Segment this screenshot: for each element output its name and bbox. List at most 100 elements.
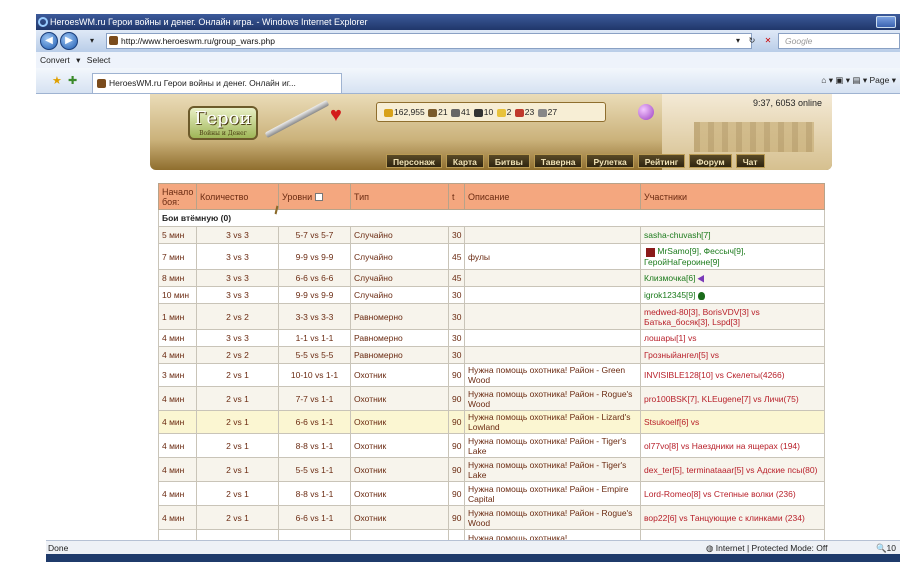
sulfur-icon [496, 108, 506, 117]
cell-levels: 10-10 vs 1-1 [278, 363, 351, 387]
menu-map[interactable]: Карта [445, 154, 484, 168]
home-icon[interactable]: ⌂ ▾ [821, 75, 833, 85]
menu-rating[interactable]: Рейтинг [637, 154, 686, 168]
participant-link[interactable]: MrSamo[9], Фессыч[9], ГеройНаГероине[9] [644, 246, 746, 266]
participant-link[interactable]: igrok12345[9] [644, 290, 696, 300]
url-field[interactable]: http://www.heroeswm.ru/group_wars.php [106, 33, 752, 49]
back-icon[interactable]: ◀ [40, 32, 58, 50]
table-row[interactable]: 4 мин 2 vs 1 6-6 vs 1-1 Охотник 90 Нужна… [158, 410, 825, 434]
participant-link[interactable]: Stsukoelf[6] vs [644, 417, 699, 427]
table-row[interactable]: 4 мин 2 vs 1 8-8 vs 1-1 Охотник 90 Нужна… [158, 433, 825, 458]
table-row[interactable]: 4 мин 2 vs 1 5-5 vs 1-1 Охотник 90 Нужна… [158, 457, 825, 482]
cell-levels: 3-3 vs 3-3 [278, 303, 351, 330]
cell-participants: лошары[1] vs [640, 329, 825, 347]
participant-link[interactable]: Клизмочка[6] [644, 273, 695, 283]
window-titlebar: HeroesWM.ru Герои войны и денег. Онлайн … [36, 14, 900, 30]
table-row[interactable]: 4 мин 2 vs 2 5-5 vs 5-5 Равномерно 30 Гр… [158, 346, 825, 364]
cell-levels: 8-8 vs 1-1 [278, 433, 351, 458]
taskbar [46, 554, 900, 562]
cell-count: 2 vs 1 [196, 481, 279, 506]
cell-participants [640, 529, 825, 540]
page-menu-dropdown-icon[interactable]: ▾ [892, 75, 896, 85]
address-bar: ◀ ▶ ▾ http://www.heroeswm.ru/group_wars.… [36, 30, 900, 52]
cell-description: Нужна помощь охотника! Район - Green Woo… [464, 363, 641, 387]
add-favorites-icon[interactable]: ✚ [68, 74, 77, 87]
faction-icon [697, 274, 705, 283]
table-row[interactable]: 5 мин 3 vs 3 5-7 vs 5-7 Случайно 30 sash… [158, 227, 825, 244]
cell-type [350, 529, 449, 540]
menu-tavern[interactable]: Таверна [533, 154, 583, 168]
online-counter: 9:37, 6053 online [753, 98, 823, 108]
table-row[interactable]: 4 мин 2 vs 1 7-7 vs 1-1 Охотник 90 Нужна… [158, 386, 825, 411]
gems-icon [537, 108, 547, 117]
select-button[interactable]: Select [87, 55, 111, 65]
tab-bar: ★ ✚ HeroesWM.ru Герои войны и денег. Онл… [36, 68, 900, 94]
participant-link[interactable]: sasha-chuvash[7] [644, 230, 711, 240]
participant-link[interactable]: Грозныйангел[5] vs [644, 350, 719, 360]
participant-link[interactable]: medwed-80[3], BorisVDV[3] vs Батька_бося… [644, 307, 760, 327]
cell-count [196, 529, 279, 540]
participant-link[interactable]: dex_ter[5], terminataaar[5] vs Адские пс… [644, 465, 817, 475]
convert-button[interactable]: Convert [40, 55, 70, 65]
globe-icon: ◍ [706, 543, 716, 553]
refresh-icon[interactable]: ↻ [744, 33, 760, 49]
cell-type: Охотник [350, 363, 449, 387]
stop-icon[interactable]: ✕ [760, 33, 776, 49]
page-content: Герои Войны и Денег ♥ 162,955 21 41 10 2… [46, 94, 900, 540]
page-menu-button[interactable]: Page [869, 75, 889, 85]
table-row[interactable]: 10 мин 3 vs 3 9-9 vs 9-9 Случайно 30 igr… [158, 286, 825, 304]
participant-link[interactable]: вор22[6] vs Танцующие с клинками (234) [644, 513, 805, 523]
participant-link[interactable]: ol77vo[8] vs Наездники на ящерах (194) [644, 441, 800, 451]
table-row[interactable]: 4 мин 3 vs 3 1-1 vs 1-1 Равномерно 30 ло… [158, 329, 825, 347]
levels-filter-checkbox[interactable] [314, 193, 323, 202]
table-row[interactable]: 4 мин 2 vs 1 8-8 vs 1-1 Охотник 90 Нужна… [158, 481, 825, 506]
cell-count: 3 vs 3 [196, 286, 279, 304]
menu-roulette[interactable]: Рулетка [586, 154, 634, 168]
cell-participants: Stsukoelf[6] vs [640, 410, 825, 434]
print-icon[interactable]: ▤ ▾ [852, 75, 867, 85]
table-row[interactable]: 4 мин 2 vs 1 6-6 vs 1-1 Охотник 90 Нужна… [158, 505, 825, 530]
game-logo[interactable]: Герои Войны и Денег [188, 106, 258, 140]
menu-character[interactable]: Персонаж [386, 154, 442, 168]
menu-forum[interactable]: Форум [689, 154, 732, 168]
cell-timer: 30 [448, 303, 465, 330]
convert-dropdown-icon[interactable]: ▾ [76, 55, 80, 65]
cell-start: 3 мин [158, 363, 197, 387]
participant-link[interactable]: Lord-Romeo[8] vs Степные волки (236) [644, 489, 796, 499]
feeds-icon[interactable]: ▣ ▾ [835, 75, 850, 85]
minimize-button[interactable] [876, 16, 896, 28]
section-title: Бои втёмную (0) [158, 209, 825, 227]
participant-link[interactable]: лошары[1] vs [644, 333, 696, 343]
participant-link[interactable]: pro100BSK[7], KLEugene[7] vs Личи(75) [644, 394, 799, 404]
cell-start [158, 529, 197, 540]
favorites-star-icon[interactable]: ★ [52, 74, 62, 87]
participant-link[interactable]: INVISIBLE128[10] vs Скелеты(4266) [644, 370, 785, 380]
zoom-icon: 🔍 [875, 543, 887, 553]
cell-levels: 1-1 vs 1-1 [278, 329, 351, 347]
cell-levels: 5-5 vs 5-5 [278, 346, 351, 364]
zoom-control[interactable]: 🔍10 [876, 541, 896, 555]
sword-icon [264, 99, 330, 139]
site-favicon-icon [109, 36, 118, 45]
cell-timer: 30 [448, 286, 465, 304]
cell-start: 7 мин [158, 243, 197, 270]
menu-battles[interactable]: Битвы [487, 154, 530, 168]
cell-start: 4 мин [158, 505, 197, 530]
cell-count: 3 vs 3 [196, 329, 279, 347]
search-input[interactable]: Google [778, 33, 900, 49]
cell-participants: pro100BSK[7], KLEugene[7] vs Личи(75) [640, 386, 825, 411]
cell-participants: sasha-chuvash[7] [641, 227, 825, 244]
table-row[interactable]: 1 мин 2 vs 2 3-3 vs 3-3 Равномерно 30 me… [158, 303, 825, 330]
cell-participants: ol77vo[8] vs Наездники на ящерах (194) [640, 433, 825, 458]
cell-levels: 6-6 vs 1-1 [278, 410, 351, 434]
forward-icon[interactable]: ▶ [60, 32, 78, 50]
menu-chat[interactable]: Чат [735, 154, 765, 168]
table-row[interactable]: Нужна помощь охотника! [158, 529, 825, 540]
table-row[interactable]: 3 мин 2 vs 1 10-10 vs 1-1 Охотник 90 Нуж… [158, 363, 825, 387]
tab-heroeswm[interactable]: HeroesWM.ru Герои войны и денег. Онлайн … [92, 73, 342, 93]
history-dropdown-icon[interactable]: ▾ [84, 33, 100, 49]
cell-start: 4 мин [158, 386, 197, 411]
table-row[interactable]: 7 мин 3 vs 3 9-9 vs 9-9 Случайно 45 фулы… [158, 243, 825, 270]
cell-start: 1 мин [158, 303, 197, 330]
table-row[interactable]: 8 мин 3 vs 3 6-6 vs 6-6 Случайно 45 Клиз… [158, 269, 825, 287]
